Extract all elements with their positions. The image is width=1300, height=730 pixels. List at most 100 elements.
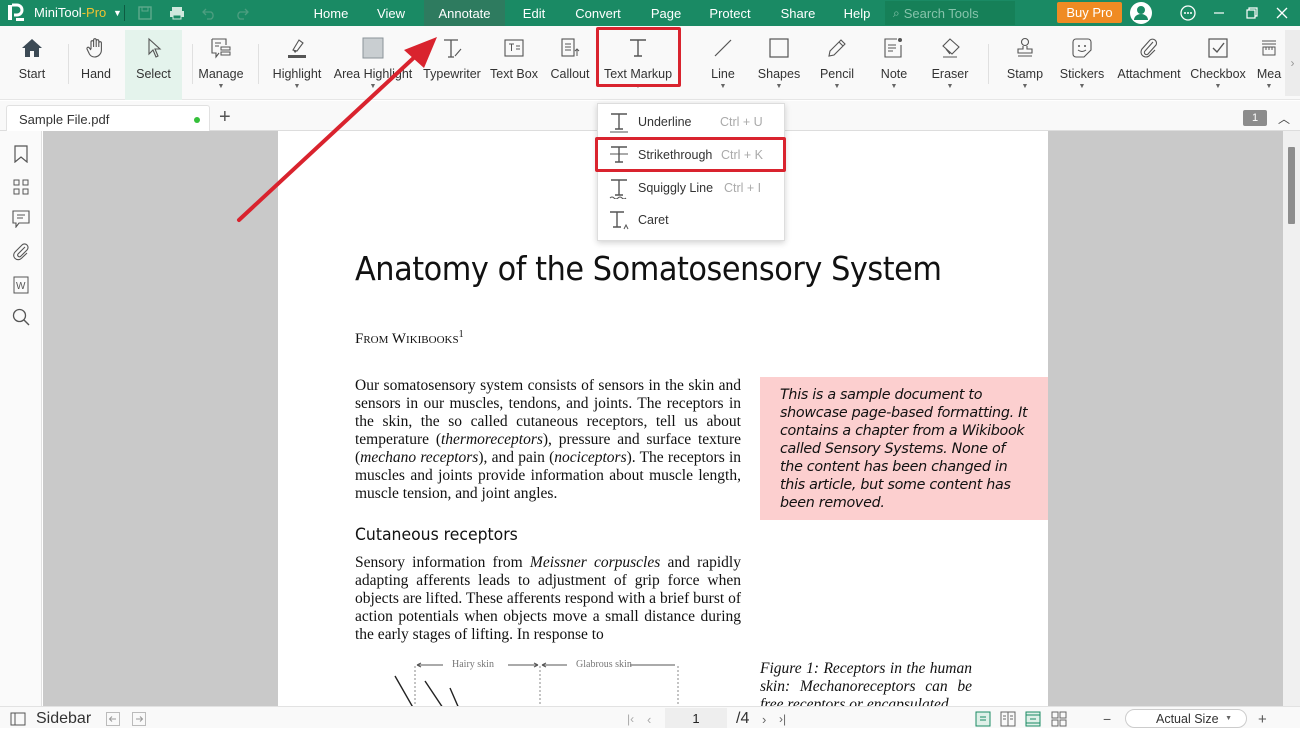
tool-select[interactable]: Select [125, 30, 182, 100]
redo-icon[interactable] [233, 4, 251, 22]
search-tools-input[interactable]: ⌕ Search Tools [885, 1, 1015, 25]
save-icon[interactable] [136, 4, 154, 22]
close-icon[interactable] [1272, 3, 1292, 23]
tool-area-highlight[interactable]: Area Highlight ▼ [332, 30, 414, 100]
tool-label: Note [880, 67, 908, 81]
single-page-view-icon[interactable] [975, 708, 991, 730]
menu-item-squiggly-line[interactable]: Squiggly Line Ctrl + I [598, 172, 784, 204]
tool-label: Hand [81, 67, 111, 81]
app-name: MiniTool-Pro [34, 5, 107, 20]
menu-edit[interactable]: Edit [512, 0, 556, 26]
dropdown-caret-icon[interactable]: ▼ [834, 83, 841, 91]
back-arrow-icon[interactable] [106, 708, 120, 730]
scrollbar-thumb[interactable] [1288, 147, 1295, 224]
tool-stickers[interactable]: Stickers ▼ [1058, 30, 1106, 100]
undo-icon[interactable] [200, 4, 218, 22]
document-tab[interactable]: Sample File.pdf [6, 105, 210, 132]
menu-protect[interactable]: Protect [702, 0, 758, 26]
word-convert-icon[interactable]: W [11, 275, 31, 295]
zoom-in-icon[interactable]: + [1258, 708, 1267, 730]
figure-1-diagram [394, 662, 679, 706]
tool-pencil[interactable]: Pencil ▼ [816, 30, 858, 100]
text-markup-dropdown: Underline Ctrl + U Strikethrough Ctrl + … [597, 103, 785, 241]
bookmark-icon[interactable] [11, 144, 31, 164]
unsaved-indicator [194, 117, 200, 123]
page-number-input[interactable]: 1 [665, 708, 727, 728]
tool-checkbox[interactable]: Checkbox ▼ [1190, 30, 1246, 100]
search-icon[interactable] [11, 307, 31, 327]
toolbar-divider [258, 44, 259, 84]
dropdown-caret-icon[interactable]: ▼ [370, 83, 377, 91]
tool-note[interactable]: Note ▼ [874, 30, 914, 100]
app-menu-caret-icon[interactable]: ▼ [113, 8, 122, 18]
tool-callout[interactable]: Callout [548, 30, 592, 100]
tool-text-box[interactable]: Text Box [489, 30, 539, 100]
tool-hand[interactable]: Hand [74, 30, 118, 100]
user-avatar-icon[interactable] [1130, 2, 1152, 24]
tool-eraser[interactable]: Eraser ▼ [928, 30, 972, 100]
continuous-scroll-icon[interactable] [1025, 708, 1041, 730]
menu-convert[interactable]: Convert [568, 0, 628, 26]
dropdown-caret-icon[interactable]: ▼ [891, 83, 898, 91]
zoom-level-select[interactable]: Actual Size ▼ [1125, 709, 1247, 728]
search-tools-icon: ⌕ [893, 5, 900, 20]
toolbar-scroll-right-icon[interactable]: › [1285, 30, 1300, 96]
menu-share[interactable]: Share [775, 0, 821, 26]
menu-view[interactable]: View [366, 0, 416, 26]
attachments-icon[interactable] [11, 242, 31, 262]
measure-icon [1257, 36, 1281, 60]
zoom-out-icon[interactable]: − [1103, 708, 1111, 730]
body-paragraph-2: Sensory information from Meissner corpus… [355, 554, 741, 644]
tool-highlight[interactable]: Highlight ▼ [270, 30, 324, 100]
highlighter-icon [285, 36, 309, 60]
dropdown-caret-icon[interactable]: ▼ [1215, 83, 1222, 91]
menu-annotate[interactable]: Annotate [424, 0, 505, 26]
print-icon[interactable] [168, 4, 186, 22]
tool-label: Select [136, 67, 171, 81]
restore-icon[interactable] [1242, 3, 1262, 23]
tool-manage[interactable]: Manage ▼ [196, 30, 246, 100]
dropdown-caret-icon[interactable]: ▼ [1022, 83, 1029, 91]
menu-item-caret[interactable]: Caret [598, 204, 784, 236]
menu-item-underline[interactable]: Underline Ctrl + U [598, 106, 784, 138]
dropdown-caret-icon[interactable]: ▼ [776, 83, 783, 91]
collapse-toolbar-icon[interactable]: ︿ [1278, 110, 1290, 127]
menu-home[interactable]: Home [304, 0, 358, 26]
thumbnails-icon[interactable] [11, 177, 31, 197]
dropdown-caret-icon[interactable]: ▼ [720, 83, 727, 91]
tool-measure[interactable]: Mea ▼ [1254, 30, 1284, 100]
two-page-view-icon[interactable] [1000, 708, 1016, 730]
text-run: Sensory information from [355, 554, 530, 571]
pencil-icon [825, 36, 849, 60]
last-page-icon[interactable]: ›| [779, 708, 786, 730]
tool-stamp[interactable]: Stamp ▼ [1004, 30, 1046, 100]
minimize-icon[interactable] [1209, 3, 1229, 23]
menu-page[interactable]: Page [644, 0, 688, 26]
menu-help[interactable]: Help [836, 0, 878, 26]
first-page-icon[interactable]: |‹ [627, 708, 634, 730]
feedback-chat-icon[interactable] [1178, 3, 1198, 23]
document-source: From Wikibooks1 [355, 329, 464, 347]
title-divider [124, 5, 125, 21]
sidebar-toggle[interactable]: Sidebar [10, 708, 91, 730]
next-page-icon[interactable]: › [762, 708, 766, 730]
typewriter-icon [440, 36, 464, 60]
dropdown-caret-icon[interactable]: ▼ [1079, 83, 1086, 91]
tool-line[interactable]: Line ▼ [706, 30, 740, 100]
tool-shapes[interactable]: Shapes ▼ [756, 30, 802, 100]
prev-page-icon[interactable]: ‹ [647, 708, 651, 730]
dropdown-caret-icon[interactable]: ▼ [947, 83, 954, 91]
add-tab-icon[interactable]: + [219, 106, 231, 129]
buy-pro-button[interactable]: Buy Pro [1057, 2, 1122, 23]
dropdown-caret-icon[interactable]: ▼ [294, 83, 301, 91]
comments-icon[interactable] [11, 209, 31, 229]
forward-arrow-icon[interactable] [132, 708, 146, 730]
dropdown-caret-icon[interactable]: ▼ [1266, 83, 1273, 91]
strikethrough-highlight-box [595, 137, 786, 172]
home-icon [20, 36, 44, 60]
tool-typewriter[interactable]: Typewriter [420, 30, 484, 100]
tool-attachment[interactable]: Attachment [1115, 30, 1183, 100]
tool-start[interactable]: Start [10, 30, 54, 100]
dropdown-caret-icon[interactable]: ▼ [218, 83, 225, 91]
grid-view-icon[interactable] [1051, 708, 1067, 730]
